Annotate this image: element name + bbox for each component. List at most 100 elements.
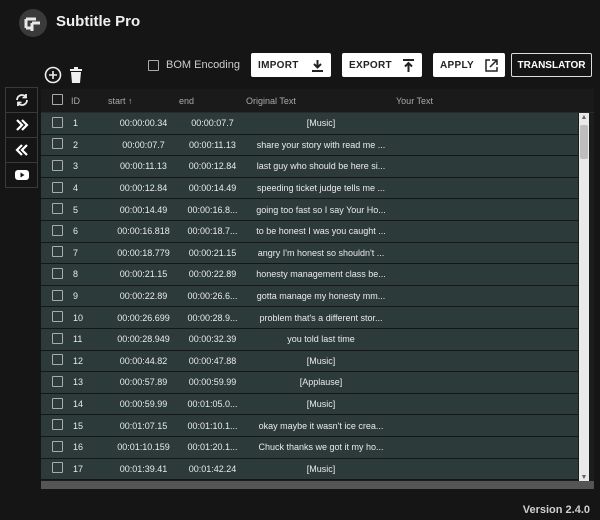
- row-start[interactable]: 00:00:18.779: [108, 248, 179, 258]
- table-row[interactable]: 5 00:00:14.49 00:00:16.8... going too fast …: [41, 199, 578, 221]
- row-start[interactable]: 00:00:59.99: [108, 399, 179, 409]
- row-start[interactable]: 00:00:28.949: [108, 334, 179, 344]
- table-row[interactable]: 16 00:01:10.159 00:01:20.1... Chuck thanks …: [41, 436, 578, 459]
- row-start[interactable]: 00:00:00.34: [108, 118, 179, 128]
- row-start[interactable]: 00:00:14.49: [108, 205, 179, 215]
- row-checkbox[interactable]: [52, 462, 63, 474]
- row-start[interactable]: 00:00:57.89: [108, 377, 179, 387]
- row-checkbox[interactable]: [52, 246, 63, 258]
- shift-forward-button[interactable]: [6, 113, 37, 138]
- row-original-text[interactable]: problem that's a different stor...: [246, 313, 396, 323]
- table-row[interactable]: 7 00:00:18.779 00:00:21.15 angry I'm honest…: [41, 242, 578, 265]
- table-row[interactable]: 2 00:00:07.7 00:00:11.13 share your story w…: [41, 134, 578, 157]
- row-start[interactable]: 00:01:10.159: [108, 442, 179, 452]
- scroll-up-arrow[interactable]: ▲: [579, 113, 589, 123]
- row-original-text[interactable]: [Music]: [246, 356, 396, 366]
- row-end[interactable]: 00:00:22.89: [179, 269, 246, 279]
- row-checkbox[interactable]: [52, 267, 63, 279]
- table-row[interactable]: 13 00:00:57.89 00:00:59.99 [Applause]: [41, 372, 578, 394]
- row-original-text[interactable]: share your story with read me ...: [246, 140, 396, 150]
- row-checkbox[interactable]: [52, 354, 63, 366]
- shift-back-button[interactable]: [6, 138, 37, 163]
- table-row[interactable]: 17 00:01:39.41 00:01:42.24 [Music]: [41, 458, 578, 481]
- table-row[interactable]: 4 00:00:12.84 00:00:14.49 speeding ticket j…: [41, 177, 578, 200]
- table-row[interactable]: 10 00:00:26.699 00:00:28.9... problem that'…: [41, 307, 578, 329]
- row-end[interactable]: 00:00:18.7...: [179, 226, 246, 236]
- row-checkbox[interactable]: [52, 116, 63, 128]
- row-end[interactable]: 00:00:07.7: [179, 118, 246, 128]
- horizontal-scrollbar[interactable]: [41, 481, 594, 489]
- row-checkbox[interactable]: [52, 138, 63, 150]
- row-original-text[interactable]: last guy who should be here si...: [246, 161, 396, 171]
- youtube-button[interactable]: [6, 163, 37, 187]
- row-start[interactable]: 00:00:22.89: [108, 291, 179, 301]
- row-start[interactable]: 00:00:44.82: [108, 356, 179, 366]
- row-start[interactable]: 00:01:39.41: [108, 464, 179, 474]
- row-start[interactable]: 00:01:07.15: [108, 421, 179, 431]
- table-row[interactable]: 14 00:00:59.99 00:01:05.0... [Music]: [41, 393, 578, 416]
- row-checkbox[interactable]: [52, 289, 63, 301]
- row-original-text[interactable]: okay maybe it wasn't ice crea...: [246, 421, 396, 431]
- add-circle-icon[interactable]: [44, 66, 62, 84]
- row-end[interactable]: 00:01:20.1...: [179, 442, 246, 452]
- row-original-text[interactable]: to be honest I was you caught ...: [246, 226, 396, 236]
- row-original-text[interactable]: [Music]: [246, 399, 396, 409]
- row-end[interactable]: 00:01:05.0...: [179, 399, 246, 409]
- row-checkbox[interactable]: [52, 224, 63, 236]
- header-original-text[interactable]: Original Text: [246, 96, 396, 106]
- table-row[interactable]: 1 00:00:00.34 00:00:07.7 [Music]: [41, 113, 578, 135]
- row-end[interactable]: 00:00:21.15: [179, 248, 246, 258]
- trash-icon[interactable]: [69, 67, 83, 83]
- row-original-text[interactable]: [Music]: [246, 464, 396, 474]
- row-checkbox[interactable]: [52, 332, 63, 344]
- table-row[interactable]: 11 00:00:28.949 00:00:32.39 you told last t…: [41, 328, 578, 351]
- table-row[interactable]: 8 00:00:21.15 00:00:22.89 honesty managemen…: [41, 264, 578, 286]
- row-start[interactable]: 00:00:07.7: [108, 140, 179, 150]
- row-original-text[interactable]: [Applause]: [246, 377, 396, 387]
- row-end[interactable]: 00:01:42.24: [179, 464, 246, 474]
- table-row[interactable]: 9 00:00:22.89 00:00:26.6... gotta manage my…: [41, 285, 578, 308]
- table-row[interactable]: 12 00:00:44.82 00:00:47.88 [Music]: [41, 350, 578, 373]
- row-checkbox[interactable]: [52, 311, 63, 323]
- table-row[interactable]: 15 00:01:07.15 00:01:10.1... okay maybe it …: [41, 415, 578, 437]
- row-original-text[interactable]: you told last time: [246, 334, 396, 344]
- row-original-text[interactable]: speeding ticket judge tells me ...: [246, 183, 396, 193]
- row-original-text[interactable]: honesty management class be...: [246, 269, 396, 279]
- row-end[interactable]: 00:00:12.84: [179, 161, 246, 171]
- select-all-checkbox[interactable]: [52, 94, 63, 105]
- row-original-text[interactable]: Chuck thanks we got it my ho...: [246, 442, 396, 452]
- apply-button[interactable]: APPLY: [433, 53, 505, 77]
- sync-button[interactable]: [6, 88, 37, 113]
- row-original-text[interactable]: going too fast so I say Your Ho...: [246, 205, 396, 215]
- row-checkbox[interactable]: [52, 159, 63, 171]
- row-start[interactable]: 00:00:26.699: [108, 313, 179, 323]
- row-original-text[interactable]: gotta manage my honesty mm...: [246, 291, 396, 301]
- row-start[interactable]: 00:00:21.15: [108, 269, 179, 279]
- row-end[interactable]: 00:00:32.39: [179, 334, 246, 344]
- row-checkbox[interactable]: [52, 203, 63, 215]
- row-start[interactable]: 00:00:11.13: [108, 161, 179, 171]
- translator-button[interactable]: TRANSLATOR: [511, 53, 592, 77]
- row-end[interactable]: 00:00:28.9...: [179, 313, 246, 323]
- row-checkbox[interactable]: [52, 440, 63, 452]
- row-original-text[interactable]: angry I'm honest so shouldn't ...: [246, 248, 396, 258]
- header-end[interactable]: end: [179, 96, 246, 106]
- bom-encoding-toggle[interactable]: BOM Encoding: [148, 59, 240, 71]
- row-checkbox[interactable]: [52, 419, 63, 431]
- bom-checkbox[interactable]: [148, 59, 159, 71]
- row-end[interactable]: 00:00:59.99: [179, 377, 246, 387]
- row-start[interactable]: 00:00:12.84: [108, 183, 179, 193]
- export-button[interactable]: EXPORT: [342, 53, 422, 77]
- header-your-text[interactable]: Your Text: [396, 96, 576, 106]
- row-end[interactable]: 00:00:14.49: [179, 183, 246, 193]
- row-start[interactable]: 00:00:16.818: [108, 226, 179, 236]
- vertical-scrollbar[interactable]: ▲ ▼: [579, 113, 589, 483]
- row-end[interactable]: 00:01:10.1...: [179, 421, 246, 431]
- row-checkbox[interactable]: [52, 397, 63, 409]
- header-id[interactable]: ID: [71, 96, 108, 106]
- table-row[interactable]: 3 00:00:11.13 00:00:12.84 last guy who shou…: [41, 156, 578, 178]
- table-row[interactable]: 6 00:00:16.818 00:00:18.7... to be honest I…: [41, 220, 578, 243]
- row-original-text[interactable]: [Music]: [246, 118, 396, 128]
- row-end[interactable]: 00:00:16.8...: [179, 205, 246, 215]
- header-start[interactable]: start ↑: [108, 96, 179, 106]
